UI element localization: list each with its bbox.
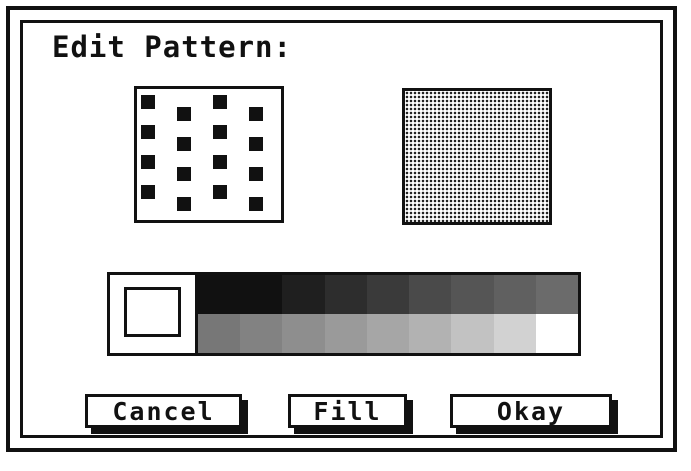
current-shade-indicator [124,287,181,337]
pattern-cell[interactable] [249,137,263,151]
shade-swatch[interactable] [493,314,536,353]
pattern-cell[interactable] [213,125,227,139]
shade-swatch[interactable] [493,275,536,314]
pattern-cell[interactable] [249,167,263,181]
pattern-cell[interactable] [177,107,191,121]
pattern-cell[interactable] [141,185,155,199]
shade-palette [107,272,581,356]
shade-swatch[interactable] [535,314,578,353]
shade-swatch[interactable] [409,314,452,353]
shade-swatch[interactable] [451,275,494,314]
shade-swatch[interactable] [198,314,241,353]
shade-row-top [198,275,578,314]
fill-button[interactable]: Fill [288,394,407,428]
pattern-cell[interactable] [213,155,227,169]
pattern-cell[interactable] [249,107,263,121]
okay-button[interactable]: Okay [450,394,612,428]
shade-swatch[interactable] [324,314,367,353]
pattern-cell[interactable] [177,137,191,151]
shade-swatch[interactable] [409,275,452,314]
shade-swatch[interactable] [282,314,325,353]
shade-row-bottom [198,314,578,353]
current-shade-swatch[interactable] [110,275,198,353]
shade-swatch[interactable] [282,275,325,314]
shade-swatch[interactable] [366,275,410,314]
shade-swatch[interactable] [240,314,283,353]
pattern-editor-grid[interactable] [134,86,284,223]
shade-swatch[interactable] [366,314,410,353]
pattern-cell[interactable] [141,125,155,139]
pattern-cell[interactable] [141,95,155,109]
pattern-cell[interactable] [177,197,191,211]
pattern-cell[interactable] [177,167,191,181]
shade-swatch[interactable] [451,314,494,353]
edit-pattern-dialog [6,6,677,452]
dialog-title: Edit Pattern: [52,30,292,64]
pattern-cell[interactable] [249,197,263,211]
shade-swatch[interactable] [324,275,367,314]
pattern-cell[interactable] [213,95,227,109]
shade-swatch[interactable] [535,275,578,314]
shade-swatch[interactable] [198,275,241,314]
dialog-inner-border [20,20,663,438]
shade-swatch[interactable] [240,275,283,314]
pattern-cell[interactable] [141,155,155,169]
pattern-cell[interactable] [213,185,227,199]
pattern-preview [402,88,552,225]
cancel-button[interactable]: Cancel [85,394,242,428]
